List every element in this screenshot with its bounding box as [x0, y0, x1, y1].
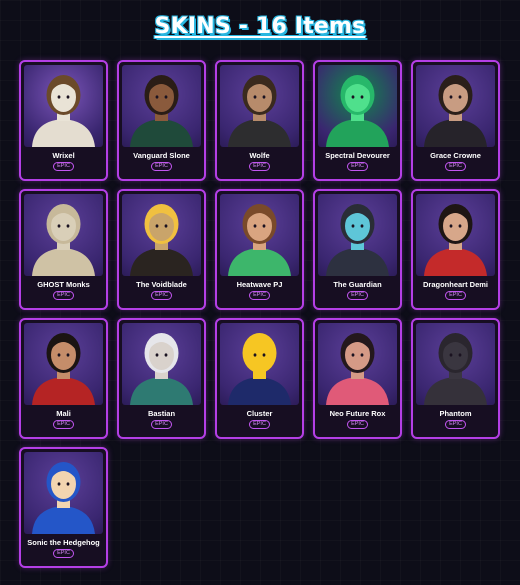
skin-card[interactable]: Neo Future Rox EPIC [313, 318, 402, 439]
skin-name: Vanguard Slone [133, 151, 190, 160]
rarity-badge: EPIC [249, 420, 270, 429]
skin-card[interactable]: Wrixel EPIC [19, 60, 108, 181]
skin-card[interactable]: Phantom EPIC [411, 318, 500, 439]
skin-card[interactable]: Heatwave PJ EPIC [215, 189, 304, 310]
masked-ninja-skin-icon [122, 194, 201, 276]
rarity-badge: EPIC [151, 162, 172, 171]
skin-name: Grace Crowne [430, 151, 481, 160]
block-head-skin-icon [24, 65, 103, 147]
blue-hedgehog-skin-icon [24, 452, 103, 534]
rarity-badge: EPIC [347, 291, 368, 300]
skin-name: Cluster [246, 409, 273, 418]
rarity-badge: EPIC [53, 162, 74, 171]
skin-card[interactable]: Dragonheart Demi EPIC [411, 189, 500, 310]
skin-name: Sonic the Hedgehog [27, 538, 100, 547]
rarity-badge: EPIC [151, 420, 172, 429]
visor-girl-skin-icon [318, 323, 397, 405]
skin-name: Dragonheart Demi [422, 280, 488, 289]
skin-card[interactable]: GHOST Monks EPIC [19, 189, 108, 310]
fighter-girl-skin-icon [24, 323, 103, 405]
rarity-badge: EPIC [53, 549, 74, 558]
skin-card[interactable]: The Voidblade EPIC [117, 189, 206, 310]
skin-name: Spectral Devourer [325, 151, 390, 160]
skin-card[interactable]: Bastian EPIC [117, 318, 206, 439]
skin-card[interactable]: The Guardian EPIC [313, 189, 402, 310]
skin-card[interactable]: Vanguard Slone EPIC [117, 60, 206, 181]
skin-name: Wolfe [249, 151, 270, 160]
skin-name: The Guardian [333, 280, 382, 289]
skin-name: GHOST Monks [37, 280, 90, 289]
rarity-badge: EPIC [249, 162, 270, 171]
red-dress-skin-icon [416, 194, 495, 276]
rarity-badge: EPIC [347, 162, 368, 171]
skin-name: Bastian [147, 409, 176, 418]
skins-grid: Wrixel EPIC Vanguard Slone EPIC Wolfe EPIC Spe… [19, 60, 500, 568]
rarity-badge: EPIC [445, 291, 466, 300]
rarity-badge: EPIC [445, 162, 466, 171]
rarity-badge: EPIC [347, 420, 368, 429]
skin-name: Heatwave PJ [236, 280, 283, 289]
robot-guardian-skin-icon [318, 194, 397, 276]
skin-card[interactable]: Grace Crowne EPIC [411, 60, 500, 181]
beach-girl-skin-icon [220, 194, 299, 276]
monkey-skin-icon [24, 194, 103, 276]
duck-sunglasses-skin-icon [220, 323, 299, 405]
skin-card[interactable]: Spectral Devourer EPIC [313, 60, 402, 181]
curly-hair-armored-skin-icon [122, 65, 201, 147]
skin-name: Phantom [439, 409, 472, 418]
hooded-teal-skin-icon [122, 323, 201, 405]
bearded-soldier-skin-icon [220, 65, 299, 147]
rarity-badge: EPIC [151, 291, 172, 300]
skin-card[interactable]: Mali EPIC [19, 318, 108, 439]
rarity-badge: EPIC [445, 420, 466, 429]
skin-name: Mali [56, 409, 71, 418]
page-title: SKINS - 16 Items [154, 14, 366, 39]
green-skull-monster-skin-icon [318, 65, 397, 147]
rarity-badge: EPIC [53, 420, 74, 429]
skin-card[interactable]: Cluster EPIC [215, 318, 304, 439]
skin-name: Wrixel [52, 151, 75, 160]
rarity-badge: EPIC [249, 291, 270, 300]
skin-card[interactable]: Sonic the Hedgehog EPIC [19, 447, 108, 568]
skin-name: The Voidblade [136, 280, 187, 289]
dark-armor-skin-icon [416, 323, 495, 405]
rarity-badge: EPIC [53, 291, 74, 300]
skin-name: Neo Future Rox [329, 409, 386, 418]
skin-card[interactable]: Wolfe EPIC [215, 60, 304, 181]
leather-suit-skin-icon [416, 65, 495, 147]
